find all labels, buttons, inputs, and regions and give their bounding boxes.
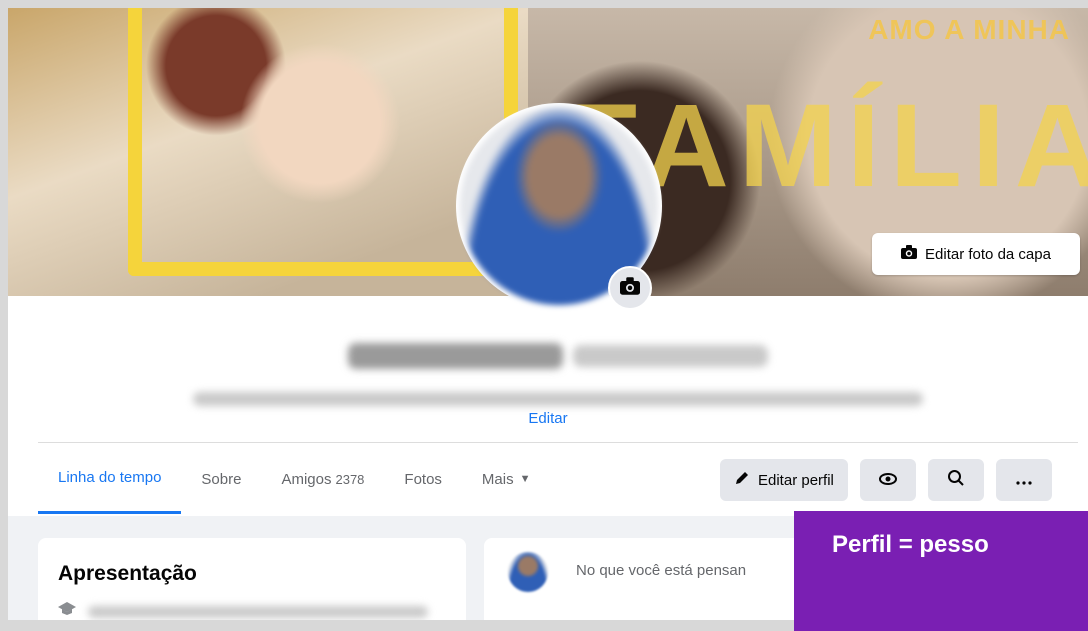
profile-header: Editar Linha do tempo Sobre Amigos 2378 … [8, 296, 1088, 516]
divider [38, 442, 1078, 443]
edit-bio-link[interactable]: Editar [8, 410, 1088, 427]
overlay-banner: Perfil = pesso [794, 511, 1088, 631]
profile-actions: Editar perfil [720, 459, 1052, 501]
ellipsis-icon [1016, 472, 1032, 489]
camera-icon [620, 276, 640, 300]
eye-icon [878, 472, 897, 489]
profile-tabs: Linha do tempo Sobre Amigos 2378 Fotos M… [38, 444, 550, 516]
intro-card: Apresentação [38, 538, 466, 620]
tab-label: Linha do tempo [58, 469, 162, 486]
tab-more[interactable]: Mais ▼ [462, 444, 551, 514]
tab-label: Amigos [281, 470, 332, 488]
edit-cover-photo-label: Editar foto da capa [925, 245, 1051, 263]
tab-timeline[interactable]: Linha do tempo [38, 444, 182, 514]
intro-title: Apresentação [58, 562, 197, 585]
edit-cover-photo-button[interactable]: Editar foto da capa [872, 233, 1080, 275]
graduation-cap-icon [58, 602, 76, 620]
intro-education-row [58, 602, 428, 620]
tab-label: Fotos [404, 470, 442, 488]
tab-about[interactable]: Sobre [181, 444, 261, 514]
profile-name-blurred [348, 340, 768, 372]
tab-label: Sobre [201, 470, 242, 488]
view-as-button[interactable] [859, 459, 916, 501]
search-icon [947, 469, 965, 491]
update-profile-picture-button[interactable] [608, 266, 652, 310]
search-button[interactable] [927, 459, 984, 501]
tab-label: Mais [481, 470, 514, 488]
education-text-blurred [88, 605, 428, 618]
tab-photos[interactable]: Fotos [384, 444, 462, 514]
more-options-button[interactable] [995, 459, 1052, 501]
friends-count: 2378 [335, 471, 365, 487]
camera-icon [901, 245, 918, 263]
tab-friends[interactable]: Amigos 2378 [261, 444, 384, 514]
caret-down-icon: ▼ [519, 473, 531, 485]
edit-profile-button[interactable]: Editar perfil [720, 459, 848, 501]
pencil-icon [734, 470, 750, 490]
avatar [508, 552, 548, 592]
edit-profile-label: Editar perfil [758, 471, 834, 489]
cover-text-small: AMO A MINHA [868, 14, 1070, 45]
composer-input[interactable]: No que você está pensan [576, 562, 746, 579]
profile-bio-blurred [193, 392, 923, 406]
